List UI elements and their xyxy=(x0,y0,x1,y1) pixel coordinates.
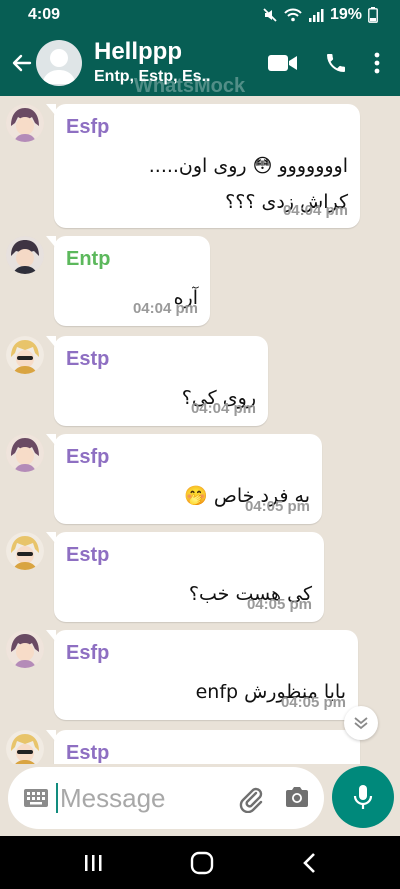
sender-avatar[interactable] xyxy=(6,236,44,274)
sender-avatar[interactable] xyxy=(6,630,44,668)
default-avatar-icon xyxy=(42,49,76,84)
message-bubble[interactable]: Estp کی هست خب؟ 04:05 pm xyxy=(46,532,324,622)
sender-name: Estp xyxy=(66,348,110,370)
camera-icon[interactable] xyxy=(284,786,310,808)
message-bubble[interactable]: Esfp بابا منظورش enfp 04:05 pm xyxy=(46,630,358,720)
battery-icon xyxy=(368,7,378,23)
message-time: 04:04 pm xyxy=(132,300,198,317)
sender-name: Esfp xyxy=(66,642,110,664)
video-call-icon[interactable] xyxy=(268,53,298,73)
message-time: 04:05 pm xyxy=(244,498,310,515)
text-cursor xyxy=(56,783,58,813)
sender-avatar[interactable] xyxy=(6,532,44,570)
double-chevron-down-icon xyxy=(354,717,368,730)
sender-avatar[interactable] xyxy=(6,434,44,472)
sender-avatar[interactable] xyxy=(6,730,44,764)
mic-button[interactable] xyxy=(332,766,394,828)
status-bar: 4:09 19% xyxy=(0,0,400,30)
more-vertical-icon[interactable] xyxy=(374,52,380,74)
keyboard-icon xyxy=(24,789,48,807)
group-info[interactable]: Hellppp Entp, Estp, Es.. WhatsMock xyxy=(94,38,268,98)
group-title: Hellppp xyxy=(94,38,182,65)
keyboard-button[interactable] xyxy=(22,784,50,812)
recent-apps-icon[interactable] xyxy=(83,853,103,873)
message-text-line: اووووووو 😳 روی اون..... xyxy=(148,155,348,177)
sender-avatar[interactable] xyxy=(6,336,44,374)
message-time: 04:04 pm xyxy=(282,202,348,219)
message-bubble[interactable]: Esfp به فرد خاص 🤭 04:05 pm xyxy=(46,434,322,524)
sender-avatar[interactable] xyxy=(6,104,44,142)
signal-icon xyxy=(308,9,324,22)
message-time: 04:05 pm xyxy=(280,694,346,711)
battery-percent: 19% xyxy=(329,6,362,23)
paperclip-icon[interactable] xyxy=(238,785,264,813)
message-bubble[interactable]: Entp آره 04:04 pm xyxy=(46,236,210,326)
message-bubble[interactable]: Esfp اووووووو 😳 روی اون..... کراش زدی ؟؟… xyxy=(46,104,360,228)
arrow-left-icon xyxy=(12,54,32,72)
mute-icon xyxy=(263,8,277,22)
chat-header: Hellppp Entp, Estp, Es.. WhatsMock xyxy=(0,30,400,98)
sender-name: Estp xyxy=(66,544,110,566)
back-button[interactable] xyxy=(4,43,40,83)
header-actions xyxy=(268,51,380,75)
sender-name: Estp xyxy=(66,742,110,764)
status-time: 4:09 xyxy=(28,6,61,23)
home-icon[interactable] xyxy=(190,851,214,875)
mic-icon xyxy=(353,785,373,809)
watermark: WhatsMock xyxy=(134,75,246,97)
sender-name: Esfp xyxy=(66,116,110,138)
system-nav-bar xyxy=(0,836,400,889)
status-icons: 19% xyxy=(262,6,378,24)
message-bubble[interactable]: Estp xyxy=(46,730,360,764)
message-time: 04:05 pm xyxy=(246,596,312,613)
chat-area[interactable]: Esfp اووووووو 😳 روی اون..... کراش زدی ؟؟… xyxy=(0,96,400,764)
message-time: 04:04 pm xyxy=(190,400,256,417)
sender-name: Entp xyxy=(66,248,111,270)
sender-name: Esfp xyxy=(66,446,110,468)
scroll-down-button[interactable] xyxy=(344,706,378,740)
phone-icon[interactable] xyxy=(324,51,348,75)
message-input-box[interactable]: Message xyxy=(8,767,324,829)
message-bubble[interactable]: Estp روی کی؟ 04:04 pm xyxy=(46,336,268,426)
wifi-icon xyxy=(284,8,302,22)
message-input[interactable]: Message xyxy=(60,783,166,814)
group-avatar[interactable] xyxy=(36,40,82,86)
composer-bar: Message xyxy=(0,764,400,836)
back-nav-icon[interactable] xyxy=(301,852,317,874)
